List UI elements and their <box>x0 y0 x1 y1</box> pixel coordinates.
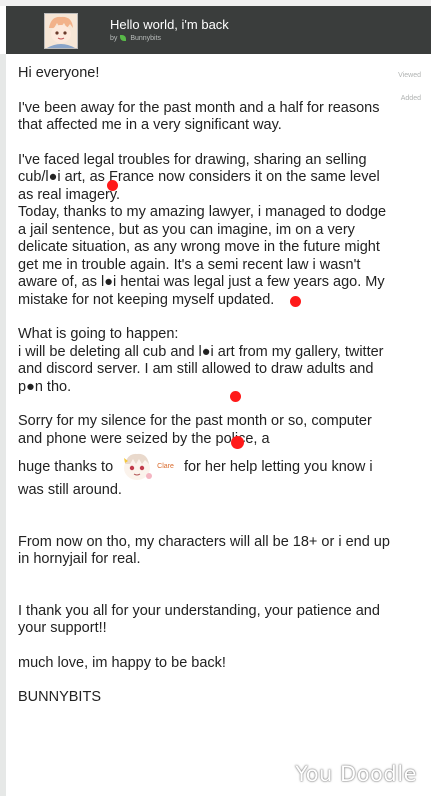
author-avatar[interactable] <box>44 13 78 49</box>
author-link[interactable]: Bunnybits <box>130 35 161 42</box>
post-body: Hi everyone! I've been away for the past… <box>18 65 398 707</box>
signature: BUNNYBITS <box>18 689 101 705</box>
post-title[interactable]: Hello world, i'm back <box>110 17 229 32</box>
added-label: Added <box>400 95 421 102</box>
greeting: Hi everyone! <box>18 65 100 81</box>
censor-mark <box>230 391 241 402</box>
paragraph-4a: What is going to happen: <box>18 326 179 342</box>
thanks-text: huge thanks to <box>18 458 114 475</box>
censor-mark <box>107 180 118 191</box>
censor-mark <box>231 436 244 449</box>
post-header: Hello world, i'm back by Bunnybits <box>6 6 431 54</box>
paragraph-2: I've faced legal troubles for drawing, s… <box>18 151 380 203</box>
paragraph-1: I've been away for the past month and a … <box>18 99 380 134</box>
paragraph-6: From now on tho, my characters will all … <box>18 533 390 568</box>
by-prefix: by <box>110 35 118 42</box>
watermark: You Doodle <box>295 762 417 786</box>
avatar-art <box>45 14 77 48</box>
paragraph-5a: Sorry for my silence for the past month … <box>18 413 372 447</box>
paragraph-3: Today, thanks to my amazing lawyer, i ma… <box>18 204 387 308</box>
user-emote-icon[interactable] <box>119 452 155 482</box>
censor-mark <box>290 296 301 307</box>
paragraph-5b: huge thanks to Clare for her help lettin… <box>18 452 398 500</box>
byline: by Bunnybits <box>110 35 161 42</box>
paragraph-4b: i will be deleting all cub and l●i art f… <box>18 343 384 395</box>
leaf-icon <box>120 35 127 42</box>
left-rail <box>0 54 6 796</box>
paragraph-8: much love, im happy to be back! <box>18 654 226 671</box>
mention-link[interactable]: Clare <box>157 463 174 470</box>
viewed-label: Viewed <box>398 72 421 79</box>
paragraph-7: I thank you all for your understanding, … <box>18 602 380 637</box>
